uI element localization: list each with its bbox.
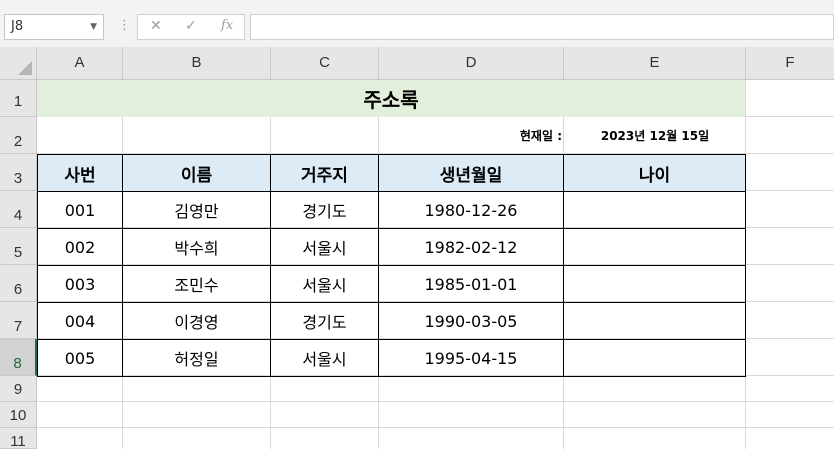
column-header-b[interactable]: B <box>123 47 271 80</box>
header-name[interactable]: 이름 <box>122 154 271 192</box>
insert-function-icon[interactable]: fx <box>221 18 233 33</box>
cell-name[interactable]: 이경영 <box>122 302 271 340</box>
cell-name[interactable]: 허정일 <box>122 339 271 377</box>
cell-birthdate[interactable]: 1982-02-12 <box>378 228 564 266</box>
column-header-d[interactable]: D <box>379 47 564 80</box>
row-header-11[interactable]: 11 <box>0 428 37 450</box>
cell-residence[interactable]: 서울시 <box>270 265 379 303</box>
cell-birthdate[interactable]: 1990-03-05 <box>378 302 564 340</box>
name-box[interactable]: J8 ▼ <box>4 14 104 40</box>
header-age[interactable]: 나이 <box>563 154 746 192</box>
more-options-icon[interactable]: ⋮ <box>118 18 131 33</box>
header-residence[interactable]: 거주지 <box>270 154 379 192</box>
date-value[interactable]: 2023년 12월 15일 <box>564 117 746 154</box>
select-all-icon <box>18 61 32 75</box>
column-header-e[interactable]: E <box>564 47 746 80</box>
gridline <box>37 401 834 402</box>
cancel-icon[interactable]: ✕ <box>150 18 162 34</box>
header-birthdate[interactable]: 생년월일 <box>378 154 564 192</box>
row-header-8[interactable]: 8 <box>0 339 37 376</box>
cell-birthdate[interactable]: 1980-12-26 <box>378 191 564 229</box>
cell-age[interactable] <box>563 302 746 340</box>
column-header-f[interactable]: F <box>746 47 834 80</box>
cell-name[interactable]: 김영만 <box>122 191 271 229</box>
cell-name[interactable]: 조민수 <box>122 265 271 303</box>
chevron-down-icon[interactable]: ▼ <box>90 15 97 39</box>
cell-residence[interactable]: 서울시 <box>270 228 379 266</box>
column-header-a[interactable]: A <box>37 47 123 80</box>
select-all-button[interactable] <box>0 47 37 80</box>
gridline <box>37 427 834 428</box>
formula-bar: J8 ▼ ⋮ ✕ ✓ fx <box>0 0 834 48</box>
name-box-value: J8 <box>11 19 24 34</box>
cell-birthdate[interactable]: 1995-04-15 <box>378 339 564 377</box>
cell-age[interactable] <box>563 339 746 377</box>
cell-employee-id[interactable]: 005 <box>37 339 123 377</box>
row-header-6[interactable]: 6 <box>0 265 37 302</box>
row-header-4[interactable]: 4 <box>0 191 37 228</box>
cell-age[interactable] <box>563 228 746 266</box>
enter-icon[interactable]: ✓ <box>185 18 197 34</box>
header-employee-id[interactable]: 사번 <box>37 154 123 192</box>
cell-residence[interactable]: 경기도 <box>270 302 379 340</box>
cell-employee-id[interactable]: 002 <box>37 228 123 266</box>
row-header-10[interactable]: 10 <box>0 402 37 428</box>
column-header-c[interactable]: C <box>271 47 379 80</box>
cell-birthdate[interactable]: 1985-01-01 <box>378 265 564 303</box>
row-header-9[interactable]: 9 <box>0 376 37 402</box>
cell-age[interactable] <box>563 191 746 229</box>
formula-input[interactable] <box>250 14 834 40</box>
row-header-3[interactable]: 3 <box>0 154 37 191</box>
cell-residence[interactable]: 서울시 <box>270 339 379 377</box>
date-label[interactable]: 현재일 : <box>379 117 564 154</box>
cell-employee-id[interactable]: 003 <box>37 265 123 303</box>
row-header-5[interactable]: 5 <box>0 228 37 265</box>
cell-name[interactable]: 박수희 <box>122 228 271 266</box>
cell-employee-id[interactable]: 001 <box>37 191 123 229</box>
row-header-2[interactable]: 2 <box>0 117 37 154</box>
cell-employee-id[interactable]: 004 <box>37 302 123 340</box>
formula-buttons: ✕ ✓ fx <box>137 14 245 40</box>
cell-residence[interactable]: 경기도 <box>270 191 379 229</box>
row-header-1[interactable]: 1 <box>0 80 37 117</box>
row-header-7[interactable]: 7 <box>0 302 37 339</box>
cell-age[interactable] <box>563 265 746 303</box>
sheet-title[interactable]: 주소록 <box>37 80 745 117</box>
